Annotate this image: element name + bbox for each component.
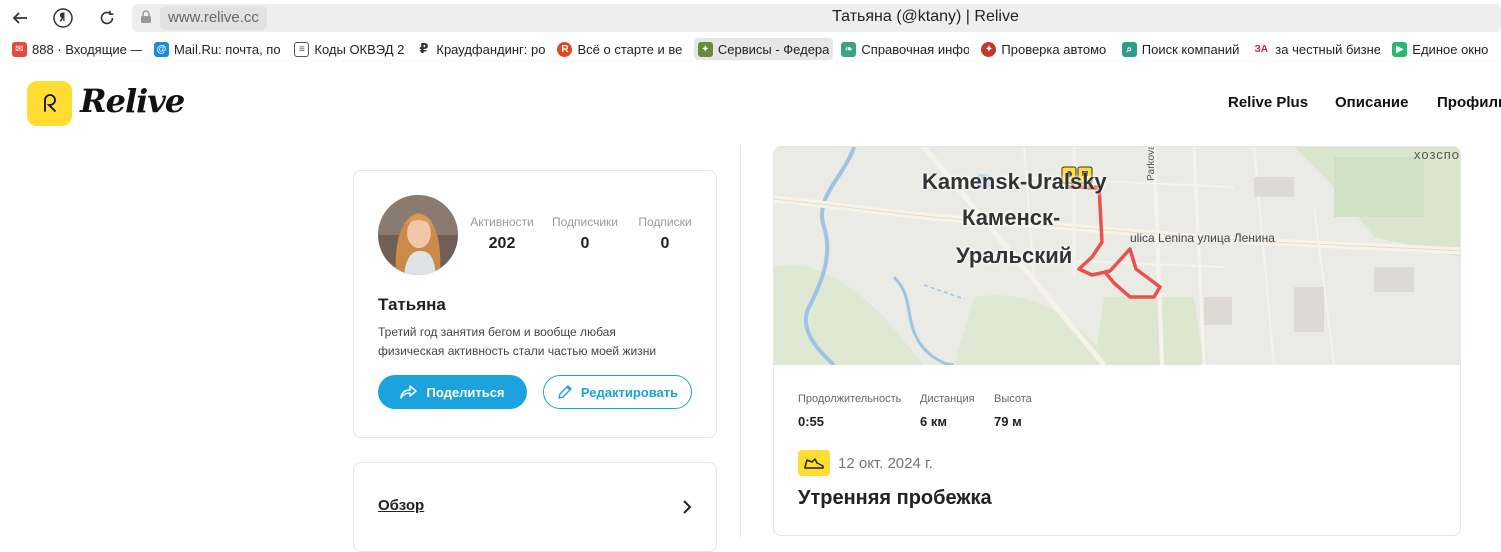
logo-text[interactable]: Relive (80, 82, 185, 120)
stat-followers[interactable]: Подписчики 0 (548, 215, 622, 253)
bookmark-item[interactable]: R Всё о старте и ве (553, 38, 689, 60)
edit-button[interactable]: Редактировать (543, 375, 692, 409)
running-shoe-icon (804, 458, 824, 469)
bookmark-item[interactable]: ❧ Справочная инфо (837, 38, 973, 60)
nav-relive-plus[interactable]: Relive Plus (1228, 94, 1308, 111)
bookmark-item[interactable]: ₽ Краудфандинг: ро (412, 38, 549, 60)
profile-name: Татьяна (378, 295, 446, 314)
r-circle-icon: R (557, 41, 573, 57)
activity-card[interactable]: Kamensk-Uralsky Каменск- Уральский ulica… (773, 146, 1461, 536)
metric-elevation: Высота 79 м (994, 393, 1032, 429)
map-label-city-ru-1: Каменск- (962, 205, 1061, 230)
mail-icon: ✉ (12, 41, 27, 57)
tab-title: Татьяна (@ktany) | Relive (832, 8, 1019, 25)
at-icon: @ (154, 41, 169, 57)
bookmark-item[interactable]: ≡ Коды ОКВЭД 2 (290, 38, 408, 60)
map-canvas (774, 147, 1460, 367)
emblem-icon: ✦ (697, 41, 713, 57)
relive-logo[interactable] (27, 81, 72, 126)
share-icon (400, 385, 418, 399)
map-label-corner: хозспо (1414, 147, 1461, 162)
browser-toolbar: www.relive.cc Татьяна (@ktany) | Relive (0, 0, 1501, 36)
column-divider (740, 146, 741, 537)
overview-card[interactable]: Обзор (353, 462, 717, 552)
activity-title[interactable]: Утренняя пробежка (798, 487, 992, 510)
stat-activities[interactable]: Активности 202 (467, 215, 537, 253)
nav-description[interactable]: Описание (1335, 94, 1408, 111)
relive-r-icon (43, 93, 56, 112)
activity-date: 12 окт. 2024 г. (838, 455, 933, 472)
nav-profile[interactable]: Профиль (1437, 94, 1501, 111)
bookmark-item[interactable]: ✉ 888 · Входящие — (8, 38, 146, 60)
search-icon: ⌕ (1121, 41, 1137, 57)
map-label-city-latin: Kamensk-Uralsky (922, 169, 1107, 194)
profile-bio: Третий год занятия бегом и вообще любая … (378, 325, 657, 358)
ruble-icon: ₽ (416, 41, 432, 57)
bookmark-item[interactable]: ✦ Сервисы - Федера (693, 38, 834, 60)
bookmarks-bar: ✉ 888 · Входящие — @ Mail.Ru: почта, по ≡ К… (0, 36, 1501, 62)
leaf-icon: ❧ (841, 41, 857, 57)
map-label-street: ulica Lenina улица Ленина (1130, 231, 1275, 245)
overview-link[interactable]: Обзор (378, 497, 424, 514)
emblem-icon: ✦ (981, 41, 997, 57)
avatar[interactable] (378, 195, 458, 275)
bookmark-item[interactable]: ▶ Единое окно (1388, 38, 1497, 60)
bookmark-item[interactable]: ✦ Проверка автомо (977, 38, 1113, 60)
bookmark-item[interactable]: ⌕ Поиск компаний (1118, 38, 1245, 60)
activity-type-badge (798, 450, 830, 476)
site-header: Relive Relive Plus Описание Профиль (0, 62, 1501, 146)
map-label-parkovaya: Parkovaya (1146, 146, 1157, 181)
metric-distance: Дистанция 6 км (920, 393, 975, 429)
za-icon: ЗА (1252, 41, 1271, 57)
chevron-right-icon (682, 499, 692, 520)
metric-duration: Продолжительность 0:55 (798, 393, 902, 429)
play-icon: ▶ (1392, 41, 1408, 57)
stat-following[interactable]: Подписки 0 (634, 215, 696, 253)
document-icon: ≡ (294, 41, 310, 57)
map-label-city-ru-2: Уральский (956, 243, 1073, 268)
activity-map[interactable]: Kamensk-Uralsky Каменск- Уральский ulica… (774, 146, 1461, 367)
bookmark-item[interactable]: @ Mail.Ru: почта, по (150, 38, 286, 60)
bookmark-item[interactable]: ЗА за честный бизне (1248, 38, 1384, 60)
profile-card: Активности 202 Подписчики 0 Подписки 0 Т… (353, 170, 717, 438)
pencil-icon (558, 385, 572, 399)
share-button[interactable]: Поделиться (378, 375, 527, 409)
